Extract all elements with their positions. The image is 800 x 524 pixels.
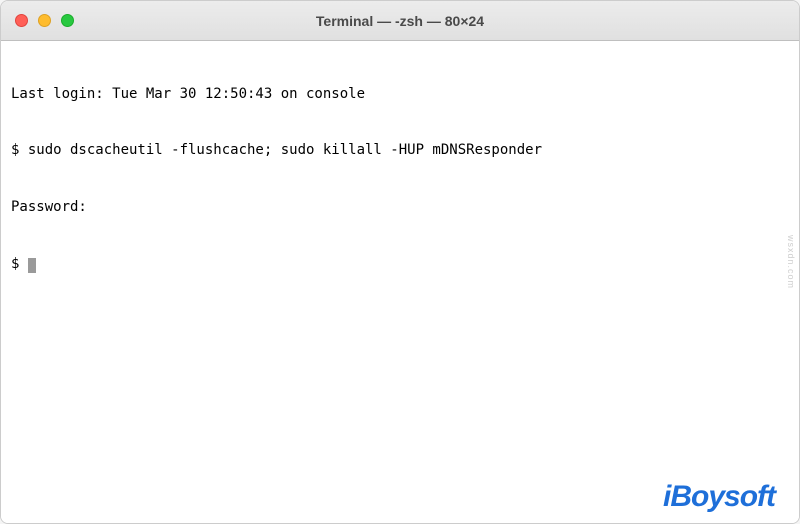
terminal-line-password: Password: (11, 198, 789, 217)
side-label: wsxdn.com (786, 235, 796, 289)
close-icon[interactable] (15, 14, 28, 27)
terminal-body[interactable]: Last login: Tue Mar 30 12:50:43 on conso… (1, 41, 799, 523)
window-titlebar: Terminal — -zsh — 80×24 (1, 1, 799, 41)
window-title: Terminal — -zsh — 80×24 (1, 13, 799, 29)
cursor-icon (28, 258, 36, 273)
maximize-icon[interactable] (61, 14, 74, 27)
minimize-icon[interactable] (38, 14, 51, 27)
terminal-line-command: $ sudo dscacheutil -flushcache; sudo kil… (11, 141, 789, 160)
watermark-logo: iBoysoft (663, 480, 775, 514)
terminal-window: Terminal — -zsh — 80×24 Last login: Tue … (0, 0, 800, 524)
traffic-lights (15, 14, 74, 27)
prompt-symbol: $ (11, 256, 28, 272)
terminal-line-prompt: $ (11, 255, 789, 274)
terminal-line-last-login: Last login: Tue Mar 30 12:50:43 on conso… (11, 85, 789, 104)
